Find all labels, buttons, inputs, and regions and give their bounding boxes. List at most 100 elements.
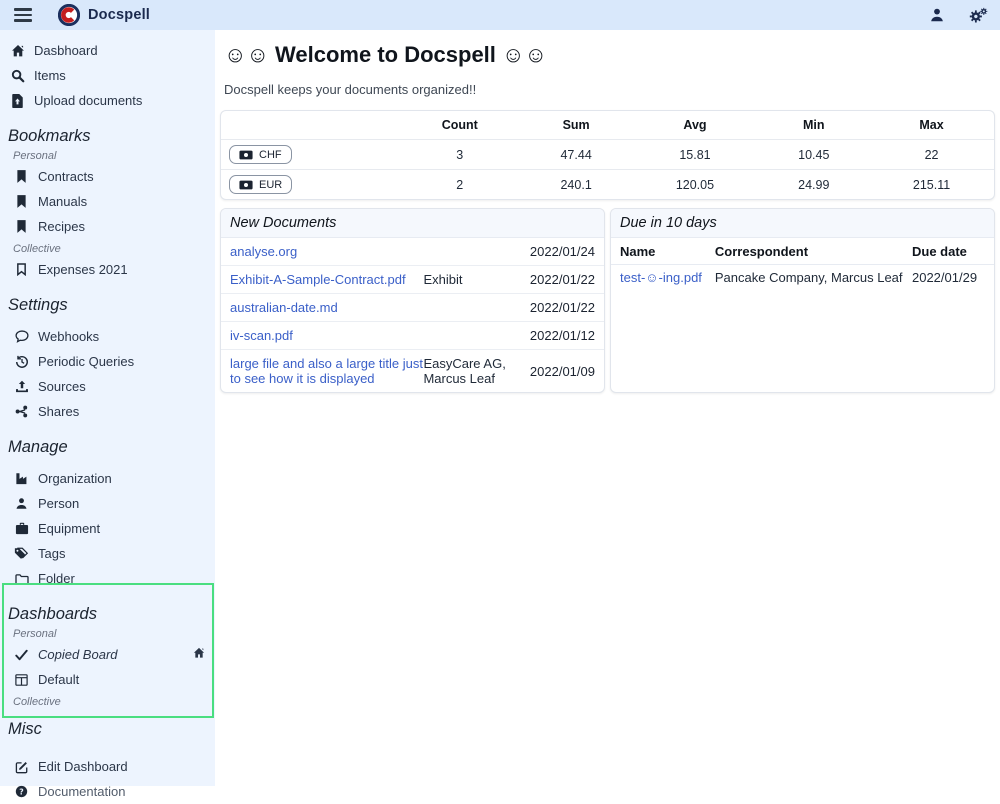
list-item: analyse.org 2022/01/24 [221,238,604,266]
share-nodes-icon [14,404,29,419]
document-link[interactable]: test-☺-ing.pdf [620,270,702,285]
person-icon [14,496,29,511]
stat-max: 215.11 [869,170,994,200]
document-link[interactable]: analyse.org [230,244,297,259]
comment-icon [14,329,29,344]
sidebar-item-webhooks[interactable]: Webhooks [0,324,215,349]
sidebar-item-label: Webhooks [38,329,99,344]
table-columns-icon [14,672,29,687]
stats-header-row: Count Sum Avg Min Max [221,111,994,140]
document-link[interactable]: Exhibit-A-Sample-Contract.pdf [230,272,406,287]
currency-label: EUR [259,179,282,191]
docspell-logo-icon [58,4,80,26]
home-icon [10,43,25,58]
sidebar-item-equipment[interactable]: Equipment [0,516,215,541]
document-date: 2022/01/09 [515,364,595,379]
stats-table: Count Sum Avg Min Max CHF 3 47. [221,111,994,199]
section-header-dashboards: Dashboards [8,605,215,624]
sidebar-item-documentation[interactable]: ? Documentation [0,779,215,804]
sidebar-item-label: Folder [38,571,75,586]
sidebar-item-person[interactable]: Person [0,491,215,516]
stats-header-currency [221,111,399,140]
sidebar-item-label: Recipes [38,219,85,234]
money-bill-icon [239,150,253,160]
file-upload-icon [10,93,25,108]
topbar: Docspell [0,0,1000,30]
sidebar-item-organization[interactable]: Organization [0,466,215,491]
app-title: Docspell [88,7,150,23]
sidebar-item-sources[interactable]: Sources [0,374,215,399]
bookmark-icon [14,169,29,184]
sidebar-item-periodic-queries[interactable]: Periodic Queries [0,349,215,374]
stats-panel: Count Sum Avg Min Max CHF 3 47. [220,110,995,200]
upload-icon [14,379,29,394]
search-icon [10,68,25,83]
document-link[interactable]: iv-scan.pdf [230,328,293,343]
main-content: ☺☺ Welcome to Docspell ☺☺ Docspell keeps… [215,30,1000,786]
sidebar-item-label: Organization [38,471,112,486]
hamburger-menu-icon[interactable] [14,8,32,22]
due-correspondent: Pancake Company, Marcus Leaf [715,270,912,285]
document-link[interactable]: australian-date.md [230,300,338,315]
table-row: CHF 3 47.44 15.81 10.45 22 [221,140,994,170]
stat-count: 3 [399,140,521,170]
briefcase-icon [14,521,29,536]
currency-label: CHF [259,149,282,161]
cogs-icon[interactable] [969,7,988,24]
due-header-correspondent: Correspondent [715,244,912,259]
due-header-name: Name [620,244,715,259]
sidebar-item-label: Person [38,496,79,511]
stat-min: 24.99 [758,170,869,200]
user-icon[interactable] [929,7,945,23]
sidebar-item-copied-board[interactable]: Copied Board [0,642,215,667]
bookmark-icon [14,219,29,234]
stat-sum: 47.44 [521,140,632,170]
document-date: 2022/01/12 [515,328,595,343]
sidebar-item-edit-dashboard[interactable]: Edit Dashboard [0,754,215,779]
sublabel-personal: Personal [13,628,215,640]
sidebar-item-tags[interactable]: Tags [0,541,215,566]
sidebar-item-items[interactable]: Items [0,63,215,88]
table-row: test-☺-ing.pdf Pancake Company, Marcus L… [611,265,994,290]
currency-badge-chf[interactable]: CHF [229,145,292,164]
history-icon [14,354,29,369]
folder-icon [14,571,29,586]
bookmark-outline-icon [14,262,29,277]
document-link[interactable]: large file and also a large title just t… [230,356,423,386]
sidebar-item-shares[interactable]: Shares [0,399,215,424]
sidebar-item-folder[interactable]: Folder [0,566,215,591]
sidebar-item-label: Manuals [38,194,87,209]
panel-title: Due in 10 days [611,209,994,238]
sidebar-item-contracts[interactable]: Contracts [0,164,215,189]
sidebar: Dasbhoard Items Upload documents Bookmar… [0,30,215,786]
sidebar-item-default-dashboard[interactable]: Default [0,667,215,692]
sidebar-item-dashboard[interactable]: Dasbhoard [0,38,215,63]
document-date: 2022/01/22 [515,272,595,287]
stat-max: 22 [869,140,994,170]
house-icon [193,647,205,662]
document-date: 2022/01/24 [515,244,595,259]
page-title: ☺☺ Welcome to Docspell ☺☺ [224,42,995,68]
sidebar-item-upload-documents[interactable]: Upload documents [0,88,215,113]
sidebar-item-label: Contracts [38,169,94,184]
due-table-header: Name Correspondent Due date [611,238,994,265]
sidebar-item-label: Tags [38,546,65,561]
sublabel-personal: Personal [13,150,215,162]
currency-badge-eur[interactable]: EUR [229,175,292,194]
sidebar-item-label: Items [34,68,66,83]
sidebar-item-label: Equipment [38,521,100,536]
sidebar-item-expenses-2021[interactable]: Expenses 2021 [0,257,215,282]
sublabel-collective: Collective [13,696,215,708]
due-header-due-date: Due date [912,244,985,259]
docspell-logo[interactable]: Docspell [58,4,150,26]
list-item: large file and also a large title just t… [221,350,604,392]
stat-avg: 15.81 [631,140,758,170]
document-info: EasyCare AG, Marcus Leaf [423,356,514,386]
stats-header-avg: Avg [631,111,758,140]
sidebar-item-label: Dasbhoard [34,43,98,58]
question-circle-icon: ? [14,784,29,799]
sidebar-item-label: Documentation [38,784,125,799]
sidebar-item-manuals[interactable]: Manuals [0,189,215,214]
sidebar-item-recipes[interactable]: Recipes [0,214,215,239]
stat-sum: 240.1 [521,170,632,200]
